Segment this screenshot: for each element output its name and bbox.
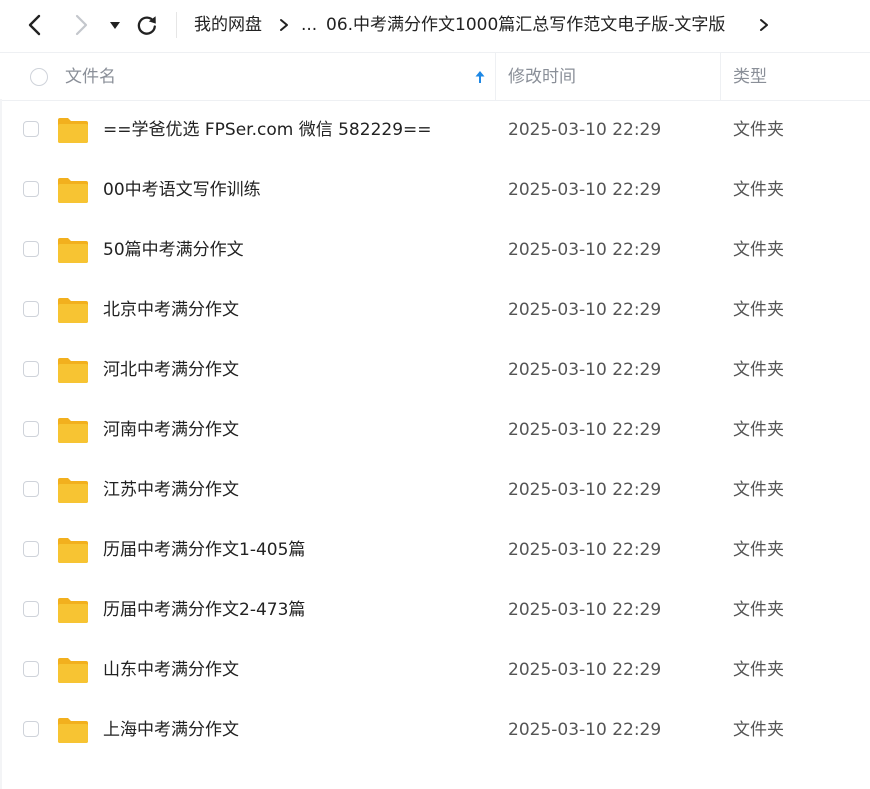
modified-time: 2025-03-10 22:29 — [508, 180, 662, 200]
file-name[interactable]: 00中考语文写作训练 — [103, 177, 261, 203]
column-divider[interactable] — [495, 53, 496, 100]
file-type: 文件夹 — [733, 120, 784, 140]
toolbar-divider — [176, 12, 177, 38]
folder-icon — [58, 298, 88, 323]
file-type: 文件夹 — [733, 720, 784, 740]
chevron-right-icon[interactable] — [757, 13, 771, 37]
file-type: 文件夹 — [733, 180, 784, 200]
file-type: 文件夹 — [733, 240, 784, 260]
row-checkbox[interactable] — [23, 421, 39, 437]
table-row[interactable]: 历届中考满分作文1-405篇 2025-03-10 22:29 文件夹 — [0, 520, 870, 580]
table-row[interactable]: 河北中考满分作文 2025-03-10 22:29 文件夹 — [0, 340, 870, 400]
toolbar: 我的网盘 ... 06.中考满分作文1000篇汇总写作范文电子版-文字版 — [0, 0, 870, 52]
folder-icon — [58, 538, 88, 563]
back-button[interactable] — [22, 10, 50, 40]
file-name[interactable]: 江苏中考满分作文 — [103, 477, 239, 503]
modified-time: 2025-03-10 22:29 — [508, 420, 662, 440]
row-checkbox[interactable] — [23, 481, 39, 497]
row-checkbox[interactable] — [23, 241, 39, 257]
file-type: 文件夹 — [733, 300, 784, 320]
table-row[interactable]: 历届中考满分作文2-473篇 2025-03-10 22:29 文件夹 — [0, 580, 870, 640]
modified-time: 2025-03-10 22:29 — [508, 660, 662, 680]
folder-icon — [58, 658, 88, 683]
file-type: 文件夹 — [733, 540, 784, 560]
modified-time: 2025-03-10 22:29 — [508, 720, 662, 740]
modified-time: 2025-03-10 22:29 — [508, 240, 662, 260]
column-divider[interactable] — [720, 53, 721, 100]
chevron-left-icon — [28, 14, 41, 36]
file-name[interactable]: 河北中考满分作文 — [103, 357, 239, 383]
file-name[interactable]: 历届中考满分作文1-405篇 — [103, 537, 305, 563]
refresh-icon — [137, 16, 156, 35]
table-row[interactable]: 山东中考满分作文 2025-03-10 22:29 文件夹 — [0, 640, 870, 700]
table-row[interactable]: 50篇中考满分作文 2025-03-10 22:29 文件夹 — [0, 220, 870, 280]
folder-icon — [58, 718, 88, 743]
row-checkbox[interactable] — [23, 181, 39, 197]
chevron-right-icon — [75, 14, 88, 36]
row-checkbox[interactable] — [23, 361, 39, 377]
breadcrumb-ellipsis[interactable]: ... — [301, 13, 317, 37]
file-name[interactable]: 河南中考满分作文 — [103, 417, 239, 443]
folder-icon — [58, 118, 88, 143]
history-dropdown-button[interactable] — [106, 10, 124, 40]
row-checkbox[interactable] — [23, 121, 39, 137]
file-type: 文件夹 — [733, 420, 784, 440]
row-checkbox[interactable] — [23, 601, 39, 617]
file-name[interactable]: 历届中考满分作文2-473篇 — [103, 597, 305, 623]
file-name[interactable]: ==学爸优选 FPSer.com 微信 582229== — [103, 117, 432, 143]
breadcrumb-root[interactable]: 我的网盘 — [194, 13, 262, 37]
modified-time: 2025-03-10 22:29 — [508, 480, 662, 500]
file-name[interactable]: 北京中考满分作文 — [103, 297, 239, 323]
file-type: 文件夹 — [733, 600, 784, 620]
table-row[interactable]: 北京中考满分作文 2025-03-10 22:29 文件夹 — [0, 280, 870, 340]
modified-time: 2025-03-10 22:29 — [508, 120, 662, 140]
file-name[interactable]: 山东中考满分作文 — [103, 657, 239, 683]
table-row[interactable]: 河南中考满分作文 2025-03-10 22:29 文件夹 — [0, 400, 870, 460]
modified-time: 2025-03-10 22:29 — [508, 360, 662, 380]
table-row[interactable]: ==学爸优选 FPSer.com 微信 582229== 2025-03-10 … — [0, 100, 870, 160]
column-header-name[interactable]: 文件名 — [65, 65, 116, 89]
arrow-up-icon[interactable] — [473, 69, 487, 85]
modified-time: 2025-03-10 22:29 — [508, 300, 662, 320]
table-row[interactable]: 上海中考满分作文 2025-03-10 22:29 文件夹 — [0, 700, 870, 760]
row-checkbox[interactable] — [23, 661, 39, 677]
modified-time: 2025-03-10 22:29 — [508, 540, 662, 560]
table-header: 文件名 修改时间 类型 — [0, 52, 870, 101]
column-header-type[interactable]: 类型 — [733, 65, 767, 89]
forward-button[interactable] — [68, 10, 96, 40]
row-checkbox[interactable] — [23, 541, 39, 557]
file-type: 文件夹 — [733, 360, 784, 380]
folder-icon — [58, 238, 88, 263]
folder-icon — [58, 478, 88, 503]
file-name[interactable]: 上海中考满分作文 — [103, 717, 239, 743]
select-all-checkbox[interactable] — [30, 68, 48, 86]
folder-icon — [58, 598, 88, 623]
folder-icon — [58, 178, 88, 203]
caret-down-icon — [110, 22, 120, 29]
modified-time: 2025-03-10 22:29 — [508, 600, 662, 620]
column-header-modified[interactable]: 修改时间 — [508, 65, 576, 89]
file-name[interactable]: 50篇中考满分作文 — [103, 237, 244, 263]
file-type: 文件夹 — [733, 480, 784, 500]
file-type: 文件夹 — [733, 660, 784, 680]
row-checkbox[interactable] — [23, 721, 39, 737]
row-checkbox[interactable] — [23, 301, 39, 317]
breadcrumb-current: 06.中考满分作文1000篇汇总写作范文电子版-文字版 — [326, 15, 726, 35]
table-row[interactable]: 00中考语文写作训练 2025-03-10 22:29 文件夹 — [0, 160, 870, 220]
chevron-right-icon — [280, 19, 288, 31]
table-row[interactable]: 江苏中考满分作文 2025-03-10 22:29 文件夹 — [0, 460, 870, 520]
refresh-button[interactable] — [134, 10, 160, 40]
folder-icon — [58, 418, 88, 443]
folder-icon — [58, 358, 88, 383]
